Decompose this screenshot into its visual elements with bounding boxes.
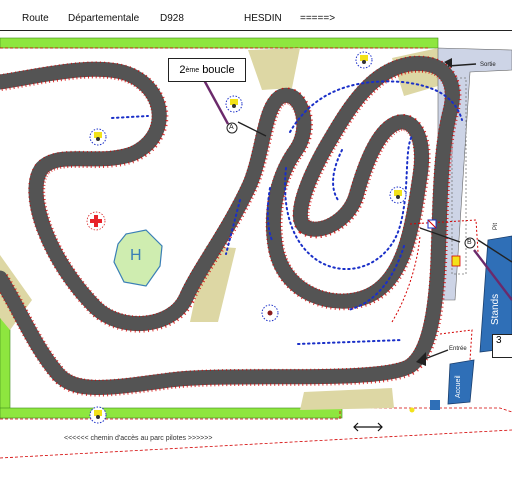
header-town: HESDIN [244,13,282,24]
boucle-sup: ème [185,66,200,74]
first-aid-icon [86,211,106,231]
header-direction-arrow: =====> [300,13,336,24]
circuit-map [0,37,512,459]
flag-marshal-icon [427,219,437,229]
sortie-label: Sortie [480,62,496,68]
flag-marshal-icon [261,304,279,322]
purple-pointer [202,79,230,125]
sand-area [300,388,394,410]
grass-strip-bottom [0,407,343,419]
sand-area [248,48,300,90]
boucle-label: 2 ème boucle [168,58,246,82]
entree-label: Entrée [449,346,467,352]
third-boucle-label: 3 [492,334,512,358]
accueil-label: Accueil [455,375,462,398]
header-departementale: Départementale [68,13,140,24]
flag-marshal-icon [451,255,461,267]
helipad-label: H [130,247,142,264]
flag-marshal-icon [89,128,107,146]
flag-marshal-icon [389,186,407,204]
stands-label: Stands [490,293,501,325]
header-divider [0,30,512,31]
small-box [430,400,440,410]
access-road-label: <<<<<< chemin d'accès au parc pilotes >>… [64,435,213,442]
race-track-surface [0,57,459,394]
marker-b-label: B [467,239,472,246]
marker-a-label: A [229,124,234,131]
pit-label: Pit [493,222,499,230]
double-arrow-icon [353,422,383,432]
grass-strip-top [0,37,439,49]
header-road-number: D928 [160,13,184,24]
boucle-word: boucle [202,64,235,76]
flag-marshal-icon [355,51,373,69]
yellow-dot [409,407,415,413]
header-route: Route [22,13,49,24]
flag-marshal-icon [225,95,243,113]
flag-marshal-icon [89,406,107,424]
